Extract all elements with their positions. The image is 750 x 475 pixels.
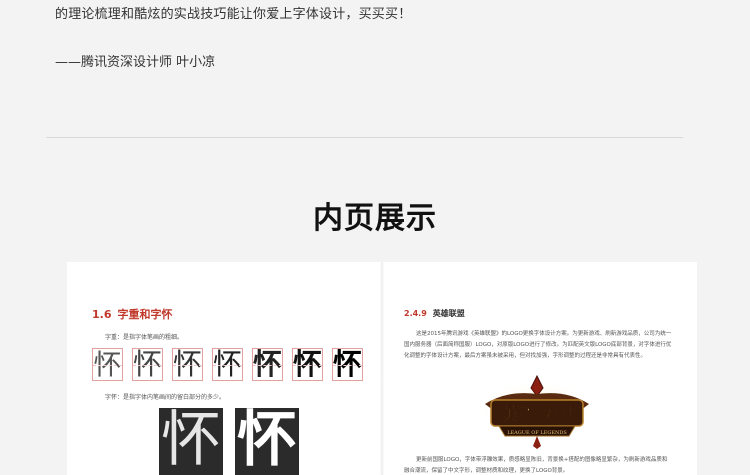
thin-counter-char: 怀 [161, 408, 221, 475]
left-heading-number: 1.6 [92, 308, 112, 321]
lol-logo-image: 英雄联盟 LEAGUE OF LEGENDS [479, 374, 595, 449]
book-spread-image: 1.6 字重和字怀 字重：是指字体笔画的粗细。 怀 怀 怀 怀 怀 怀 怀 字怀：… [67, 262, 697, 475]
author-signature: ——腾讯资深设计师 叶小凉 [55, 55, 216, 70]
intro-text: 的理论梳理和酷炫的实战技巧能让你爱上字体设计，买买买！ [55, 7, 412, 22]
logo-subtitle: LEAGUE OF LEGENDS [507, 430, 567, 436]
section-divider [46, 137, 683, 138]
weight-sample-char: 怀 [92, 347, 123, 381]
bold-counter-char: 怀 [237, 408, 297, 475]
weight-samples: 怀 怀 怀 怀 怀 怀 怀 [92, 348, 363, 381]
weight-sample-char: 怀 [132, 347, 163, 381]
left-page-heading: 1.6 字重和字怀 [92, 306, 173, 322]
thin-counter-sample: 怀 [159, 408, 223, 475]
logo-title: 英雄联盟 [500, 403, 573, 425]
weight-sample-char: 怀 [172, 347, 203, 381]
counter-definition: 字怀：是指字体内笔画间的留白部分的多少。 [105, 394, 226, 401]
weight-sample-char: 怀 [332, 347, 363, 381]
weight-sample-char: 怀 [252, 347, 283, 381]
weight-definition: 字重：是指字体笔画的粗细。 [105, 334, 184, 341]
left-page: 1.6 字重和字怀 字重：是指字体笔画的粗细。 怀 怀 怀 怀 怀 怀 怀 字怀：… [67, 262, 382, 475]
right-heading-number: 2.4.9 [404, 309, 427, 318]
right-heading-text: 英雄联盟 [432, 309, 465, 318]
right-page-heading: 2.4.9 英雄联盟 [404, 308, 465, 319]
right-page: 2.4.9 英雄联盟 这是2015年腾讯游戏《英雄联盟》的LOGO更换字体设计方案… [382, 262, 697, 475]
section-title: 内页展示 [313, 201, 437, 236]
bold-counter-sample: 怀 [235, 408, 299, 475]
case-description: 这是2015年腾讯游戏《英雄联盟》的LOGO更换字体设计方案。为更新游戏、刷新游… [404, 331, 672, 359]
weight-sample-char: 怀 [212, 347, 243, 381]
left-heading-text: 字重和字怀 [117, 308, 173, 321]
weight-sample-char: 怀 [292, 347, 323, 381]
case-description-2: 更新前国服LOGO，字体带浮雕效果，质感略显陈旧，背景换+搭配的图像略显繁杂，为… [404, 457, 668, 474]
